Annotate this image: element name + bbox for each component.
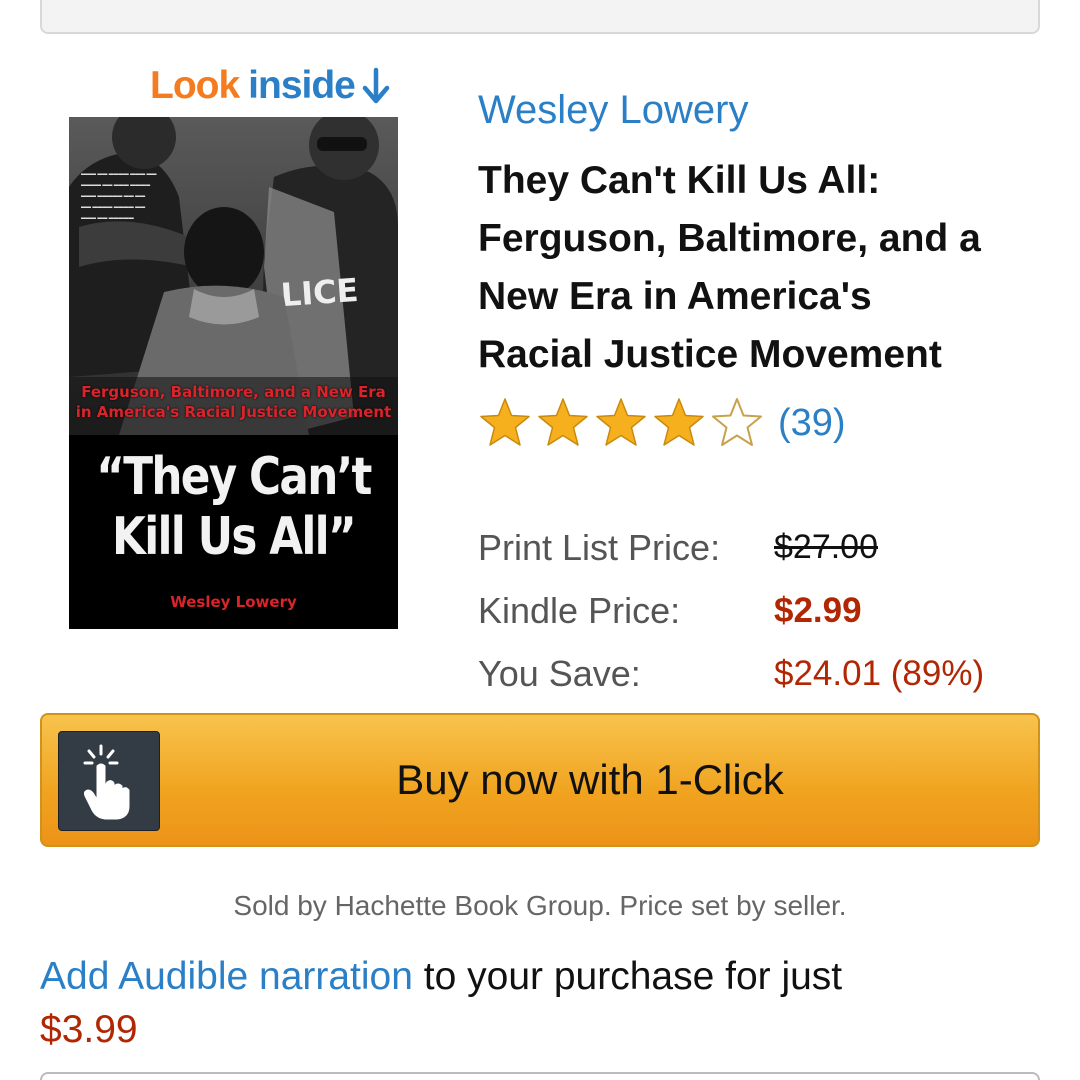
kindle-price-value: $2.99 (774, 590, 862, 630)
list-price-row: Print List Price: $27.00 (478, 516, 984, 579)
title-line: They Can't Kill Us All: (478, 159, 881, 202)
kindle-price-row: Kindle Price: $2.99 (478, 579, 984, 642)
star-rating (478, 396, 768, 450)
one-click-hand-icon (58, 731, 160, 831)
author-link[interactable]: Wesley Lowery (478, 88, 748, 133)
bottom-panel (40, 1072, 1040, 1080)
star-filled-icon (654, 398, 704, 446)
seller-note: Sold by Hachette Book Group. Price set b… (233, 890, 847, 921)
audible-price: $3.99 (40, 1008, 138, 1051)
top-panel (40, 0, 1040, 34)
cover-title: “They Can’t Kill Us All” (96, 447, 372, 567)
rating-widget[interactable]: (39) (478, 396, 846, 450)
add-audible-narration-link[interactable]: Add Audible narration (40, 955, 413, 998)
price-table: Print List Price: $27.00 Kindle Price: $… (478, 516, 984, 705)
you-save-label: You Save: (478, 652, 641, 694)
cover-subtitle: Ferguson, Baltimore, and a New Era in Am… (75, 383, 392, 421)
title-line: Racial Justice Movement (478, 333, 942, 376)
book-cover-image[interactable]: LICE ▬▬▬ ▬▬ ▬▬▬▬ ▬▬▬ ▬▬ ▬▬▬▬ ▬▬ ▬▬▬ ▬▬▬▬ ▬… (69, 117, 398, 629)
look-inside-link[interactable]: Look inside (150, 62, 391, 110)
audible-text: to your purchase for just (412, 955, 843, 998)
list-price-label: Print List Price: (478, 526, 721, 568)
cover-quote-text: ▬▬▬ ▬▬ ▬▬▬▬ ▬▬▬ ▬▬ ▬▬▬▬ ▬▬ ▬▬▬ ▬▬▬▬ ▬▬▬ ▬▬… (81, 171, 157, 221)
look-inside-inside-text: inside (248, 64, 356, 107)
cover-author: Wesley Lowery (170, 593, 297, 611)
kindle-price-label: Kindle Price: (478, 589, 681, 631)
svg-text:LICE: LICE (280, 271, 360, 314)
star-empty-icon (712, 398, 762, 446)
title-line: New Era in America's (478, 275, 872, 318)
star-filled-icon (480, 398, 530, 446)
down-arrow-icon (361, 66, 391, 106)
star-filled-icon (538, 398, 588, 446)
you-save-value: $24.01 (89%) (774, 653, 985, 693)
star-filled-icon (596, 398, 646, 446)
audible-upsell: Add Audible narration to your purchase f… (40, 950, 1040, 1056)
title-line: Ferguson, Baltimore, and a (478, 217, 981, 260)
you-save-row: You Save: $24.01 (89%) (478, 642, 984, 705)
product-title: They Can't Kill Us All: Ferguson, Baltim… (478, 152, 1048, 384)
look-inside-look-text: Look (150, 64, 240, 107)
review-count-link[interactable]: (39) (778, 402, 846, 445)
buy-button-label: Buy now with 1-Click (396, 756, 784, 803)
list-price-value: $27.00 (774, 528, 878, 566)
buy-now-1-click-button[interactable]: Buy now with 1-Click (40, 713, 1040, 847)
